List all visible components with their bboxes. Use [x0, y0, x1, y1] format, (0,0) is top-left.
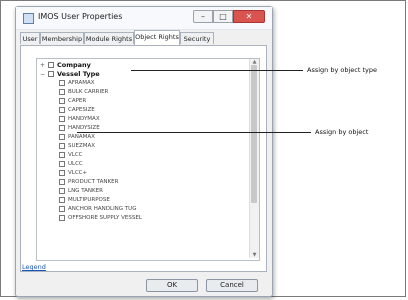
tab-security[interactable]: Security	[180, 32, 214, 44]
tree-item-checkbox[interactable]	[59, 206, 65, 212]
vessel-type-label: Vessel Type	[57, 70, 100, 78]
tree-item-label: ULCC	[68, 161, 83, 167]
title-bar: IMOS User Properties – □ ✕	[16, 7, 272, 30]
tree-item-checkbox[interactable]	[59, 98, 65, 104]
tree-item-checkbox[interactable]	[59, 170, 65, 176]
tree-item-label: VLCC	[68, 152, 83, 158]
tree-item-label: AFRAMAX	[68, 80, 95, 86]
tab-user[interactable]: User	[20, 32, 40, 44]
tree-item-checkbox[interactable]	[59, 107, 65, 113]
scrollbar-thumb[interactable]	[251, 65, 257, 203]
ok-button[interactable]: OK	[146, 279, 198, 292]
tree-item-checkbox[interactable]	[59, 197, 65, 203]
vessel-type-checkbox[interactable]	[48, 71, 54, 77]
collapse-icon[interactable]: −	[40, 70, 45, 79]
minimize-button[interactable]: –	[193, 10, 213, 23]
tree-item-label: VLCC+	[68, 170, 88, 176]
tree-item-label: ANCHOR HANDLING TUG	[68, 206, 137, 212]
window-title: IMOS User Properties	[38, 12, 123, 21]
scroll-down-icon[interactable]: ▼	[250, 252, 259, 258]
legend-link[interactable]: Legend	[22, 263, 46, 271]
tree-item-label: PRODUCT TANKER	[68, 179, 119, 185]
cancel-button[interactable]: Cancel	[206, 279, 258, 292]
expand-icon[interactable]: +	[40, 61, 45, 70]
tree-item-label: HANDYMAX	[68, 116, 100, 122]
tree-item-checkbox[interactable]	[59, 143, 65, 149]
object-rights-panel: + Company − Vessel Type AFRAMAX BULK CARR…	[20, 45, 267, 272]
object-rights-tree: + Company − Vessel Type AFRAMAX BULK CARR…	[36, 58, 260, 261]
tree-item-checkbox[interactable]	[59, 161, 65, 167]
app-icon	[23, 13, 34, 24]
tree-item-checkbox[interactable]	[59, 89, 65, 95]
tree-item-label: PANAMAX	[68, 134, 95, 140]
callout-line-object	[77, 132, 311, 133]
tree-item-checkbox[interactable]	[59, 152, 65, 158]
tab-membership[interactable]: Membership	[40, 32, 84, 44]
tree-item-label: SUEZMAX	[68, 143, 96, 149]
tab-object-rights[interactable]: Object Rights	[134, 30, 180, 45]
company-checkbox[interactable]	[48, 62, 54, 68]
vertical-scrollbar[interactable]: ▲ ▼	[249, 59, 259, 258]
callout-assign-by-object: Assign by object	[315, 128, 369, 136]
tree-item-checkbox[interactable]	[59, 134, 65, 140]
tree-item-label: OFFSHORE SUPPLY VESSEL	[68, 215, 142, 221]
tree-item-checkbox[interactable]	[59, 215, 65, 221]
tree-item-checkbox[interactable]	[59, 125, 65, 131]
tree-item-label: MULTIPURPOSE	[68, 197, 110, 203]
tree-item-label: BULK CARRIER	[68, 89, 109, 95]
close-button[interactable]: ✕	[233, 10, 265, 23]
maximize-button[interactable]: □	[213, 10, 233, 23]
tree-item-checkbox[interactable]	[59, 179, 65, 185]
company-label: Company	[57, 61, 91, 69]
tree-item-label: LNG TANKER	[68, 188, 103, 194]
tree-item-label: CAPER	[68, 98, 87, 104]
callout-assign-by-object-type: Assign by object type	[307, 66, 377, 74]
callout-line-object-type	[131, 70, 303, 71]
screenshot-frame: IMOS User Properties – □ ✕ User Membersh…	[0, 0, 406, 297]
imos-user-properties-dialog: IMOS User Properties – □ ✕ User Membersh…	[15, 6, 273, 297]
tree-item-label: CAPESIZE	[68, 107, 95, 113]
tab-module-rights[interactable]: Module Rights	[84, 32, 134, 44]
tree-item-checkbox[interactable]	[59, 80, 65, 86]
tree-item-checkbox[interactable]	[59, 188, 65, 194]
tree-item-checkbox[interactable]	[59, 116, 65, 122]
